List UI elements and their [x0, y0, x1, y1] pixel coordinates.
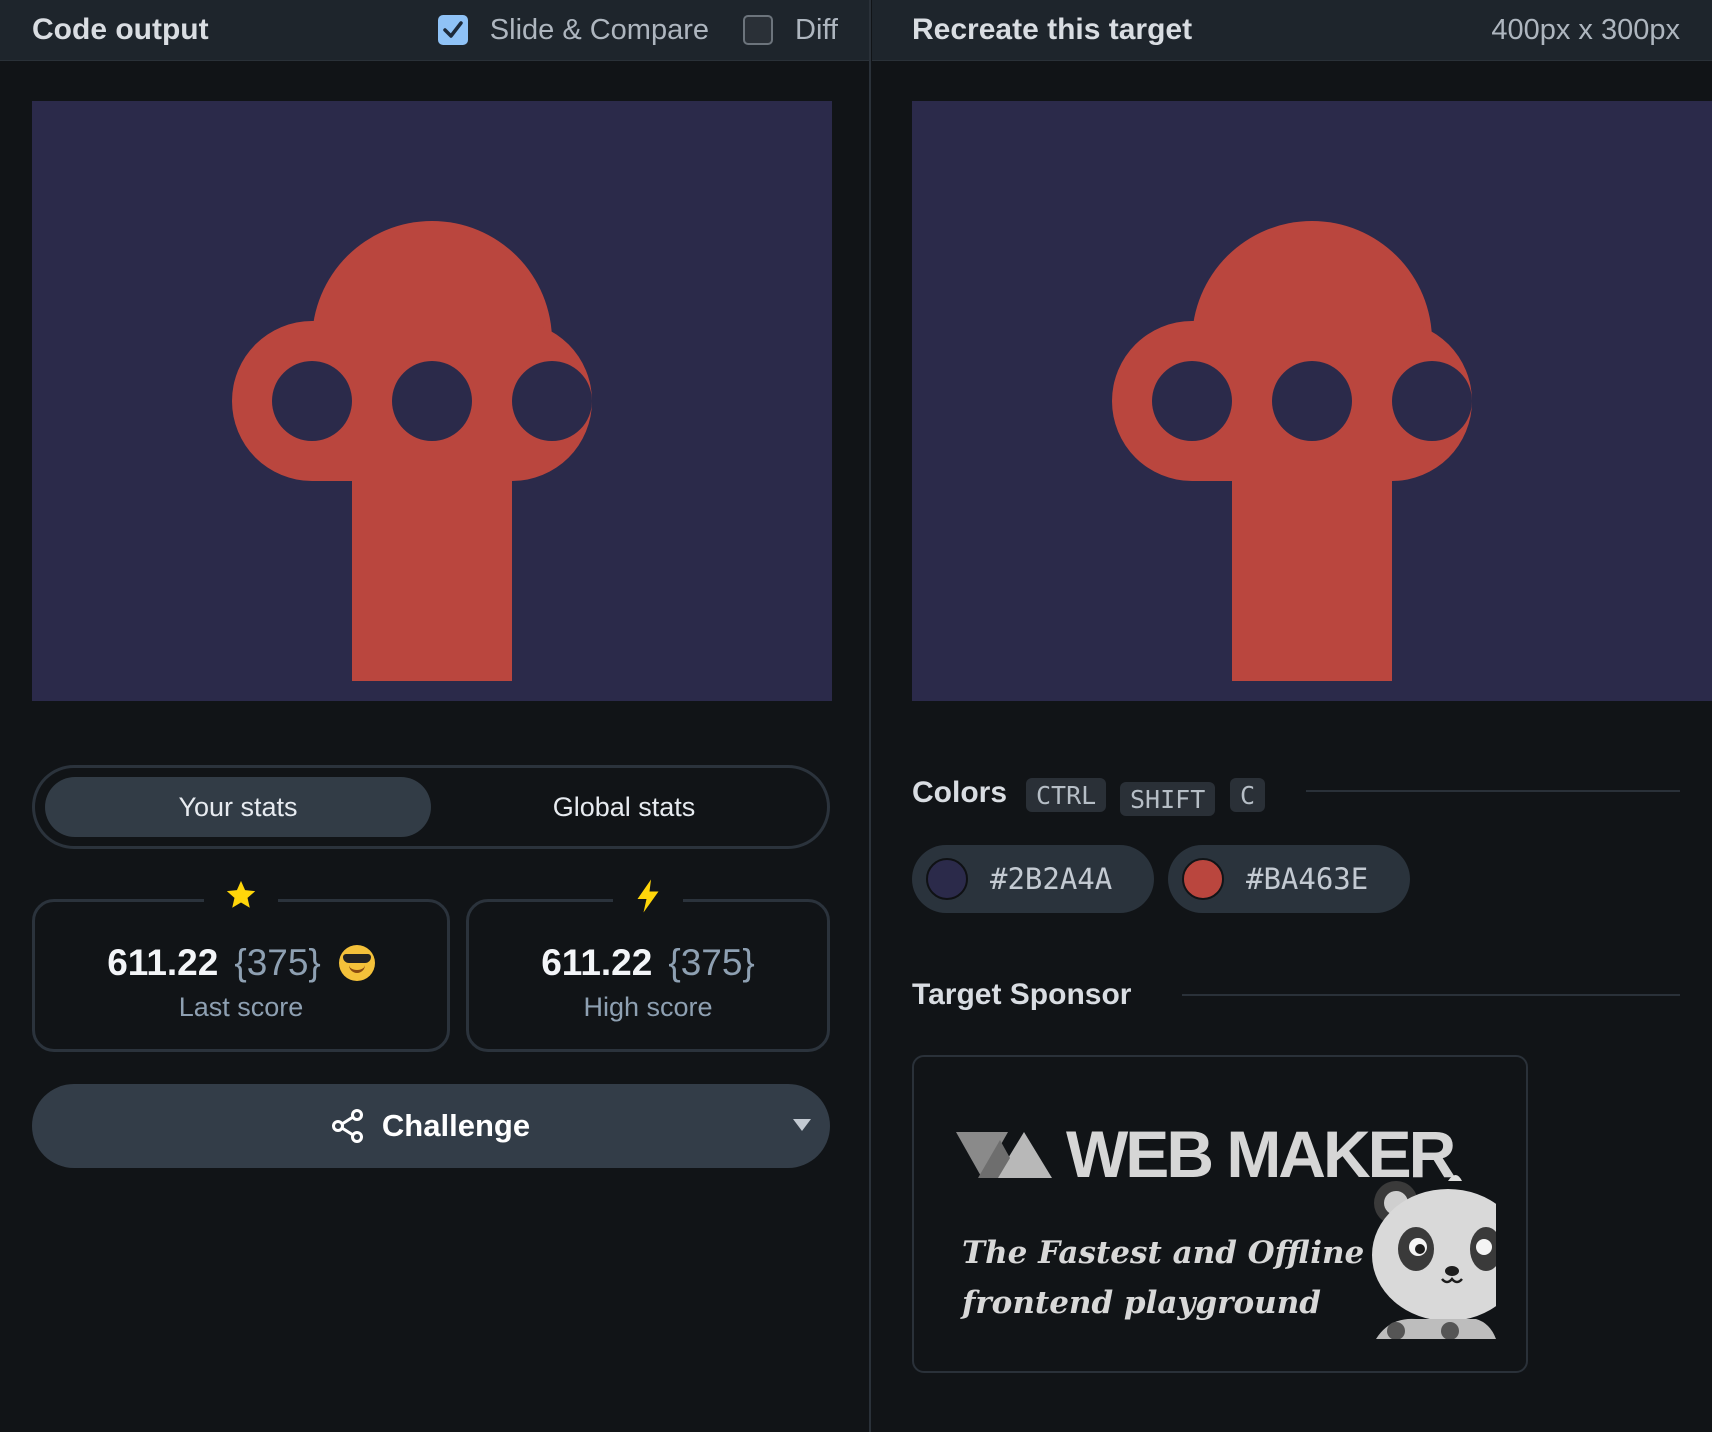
webmaker-mark-icon — [956, 1132, 1052, 1178]
target-title: Recreate this target — [912, 13, 1193, 46]
swatch-red — [1182, 858, 1224, 900]
slide-compare-checkbox[interactable] — [437, 15, 468, 45]
swatch-dark — [926, 858, 968, 900]
color-chip-background[interactable]: #2B2A4A — [912, 845, 1154, 913]
lightning-icon — [613, 878, 683, 922]
target-shape — [1112, 221, 1472, 681]
color-hex-1: #2B2A4A — [990, 862, 1113, 896]
tagline-line-2: frontend playground — [962, 1285, 1321, 1321]
output-title: Code output — [32, 13, 209, 46]
sunglasses-emoji-icon — [338, 945, 375, 981]
diff-toggle[interactable]: Diff — [743, 14, 838, 47]
output-header: Code output Slide & Compare Diff — [0, 0, 870, 61]
diff-label: Diff — [795, 13, 838, 46]
stats-tabs: Your stats Global stats — [32, 765, 830, 849]
high-score-card: 611.22 {375} High score — [466, 878, 830, 1052]
share-icon — [331, 1109, 363, 1143]
colors-title: Colors — [912, 776, 1008, 809]
target-pane: Recreate this target 400px x 300px Color… — [872, 0, 1712, 1432]
sponsor-divider — [1182, 994, 1680, 996]
output-shape — [232, 221, 592, 681]
last-score-detail: {375} — [234, 942, 321, 983]
target-dimensions: 400px x 300px — [1491, 13, 1680, 46]
high-score-detail: {375} — [668, 942, 755, 983]
last-score-label: Last score — [178, 992, 304, 1022]
color-chip-accent[interactable]: #BA463E — [1168, 845, 1410, 913]
last-score-value: 611.22 — [107, 942, 219, 983]
target-header: Recreate this target 400px x 300px — [872, 0, 1712, 61]
diff-checkbox[interactable] — [743, 15, 774, 45]
code-output-pane: Code output Slide & Compare Diff Your st… — [0, 0, 870, 1432]
sponsor-ad[interactable]: WEB MAKER The Fastest and Offline fronte… — [912, 1055, 1528, 1373]
pane-divider[interactable] — [869, 0, 871, 1432]
sponsor-title: Target Sponsor — [912, 978, 1132, 1011]
high-score-value: 611.22 — [541, 942, 653, 983]
checkmark-icon — [443, 21, 463, 38]
colors-divider — [1306, 790, 1680, 792]
kbd-c: C — [1230, 778, 1266, 812]
tab-global-stats[interactable]: Global stats — [431, 777, 817, 837]
challenge-label: Challenge — [381, 1108, 531, 1143]
last-score-card: 611.22 {375} Last score — [32, 878, 450, 1052]
kbd-shift: SHIFT — [1120, 782, 1216, 816]
tab-your-stats[interactable]: Your stats — [45, 777, 431, 837]
output-canvas[interactable] — [32, 101, 832, 701]
slide-compare-label: Slide & Compare — [489, 13, 710, 46]
kbd-ctrl: CTRL — [1026, 778, 1107, 812]
color-hex-2: #BA463E — [1246, 862, 1369, 896]
star-icon — [204, 878, 278, 920]
tagline-line-1: The Fastest and Offline — [962, 1235, 1365, 1271]
high-score-label: High score — [583, 992, 713, 1022]
challenge-button[interactable]: Challenge — [32, 1084, 830, 1168]
panda-mascot-icon — [1372, 1175, 1496, 1339]
chevron-down-icon[interactable] — [792, 1118, 812, 1132]
slide-compare-toggle[interactable]: Slide & Compare — [437, 13, 710, 47]
target-canvas — [912, 101, 1712, 701]
